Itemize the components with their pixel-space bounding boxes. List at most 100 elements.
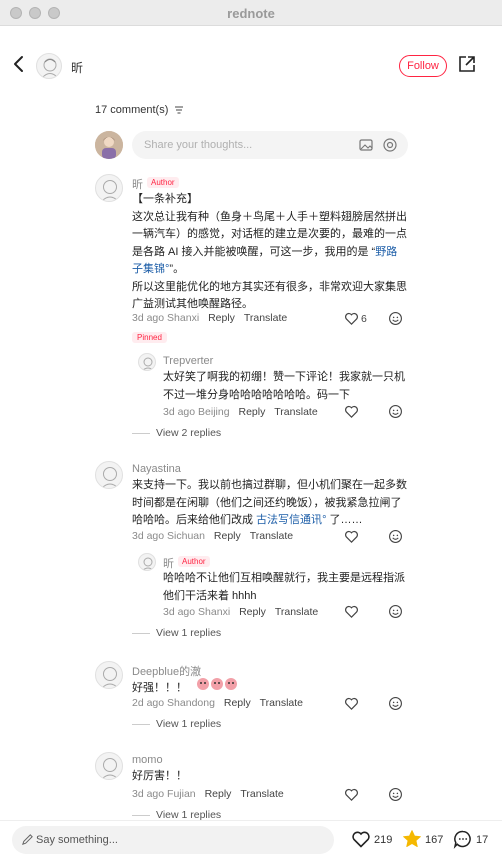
- view-replies-link[interactable]: View 1 replies: [156, 718, 221, 730]
- star-collect-icon[interactable]: [402, 829, 422, 849]
- emoji-icon[interactable]: [388, 696, 403, 711]
- reply-username[interactable]: 昕: [163, 555, 174, 571]
- comment-line: 所以这里能优化的地方其实还有很多，非常欢迎大家集思: [132, 280, 407, 293]
- comment-username[interactable]: Nayastina: [132, 463, 181, 475]
- translate-button[interactable]: Translate: [274, 406, 317, 418]
- sketch-avatar-icon: [101, 180, 119, 201]
- comment-avatar[interactable]: [95, 661, 123, 689]
- current-user-avatar: [95, 131, 123, 159]
- comment-username[interactable]: 昕: [132, 176, 143, 192]
- user-photo-icon: [95, 131, 123, 159]
- reply-meta: 3d ago Shanxi Reply Translate: [163, 606, 318, 618]
- reply-meta: 3d ago Beijing Reply Translate: [163, 406, 318, 418]
- emoji-icon[interactable]: [388, 529, 403, 544]
- comment-avatar[interactable]: [95, 174, 123, 202]
- emoji-icon[interactable]: [388, 404, 403, 419]
- note-header: 昕 Follow: [0, 26, 502, 104]
- comment-date: 2d ago: [132, 697, 165, 709]
- heart-icon[interactable]: [344, 696, 359, 711]
- comment-text: 好厉害！！: [132, 768, 187, 786]
- author-name[interactable]: 昕: [71, 59, 83, 76]
- comment-line: 好厉害！！: [132, 770, 187, 782]
- like-count: 219: [374, 834, 393, 846]
- follow-button[interactable]: Follow: [399, 55, 447, 77]
- author-badge: Author: [147, 177, 179, 188]
- reply-avatar[interactable]: [138, 553, 156, 571]
- comment-line: 是各路 AI 接入并能被唤醒，可这一步，我用的是 “野路: [132, 244, 412, 262]
- comment-text: 【一条补充】 这次总让我有种（鱼身＋鸟尾＋人手＋塑料翅膀居然拼出 一辆汽车）的感…: [132, 191, 412, 314]
- comment-line-text: 了……: [326, 514, 363, 526]
- heart-icon[interactable]: [344, 529, 359, 544]
- heart-icon[interactable]: [344, 404, 359, 419]
- comment-line-text: 哈哈哈。后来给他们改成: [132, 514, 257, 526]
- translate-button[interactable]: Translate: [244, 312, 287, 324]
- reply-button[interactable]: Reply: [239, 406, 266, 418]
- reply-line: 哈哈哈不让他们互相唤醒就行，我主要是远程指派: [163, 572, 405, 584]
- say-something-placeholder: Say something...: [36, 834, 118, 846]
- comment-avatar[interactable]: [95, 461, 123, 489]
- author-badge: Author: [178, 556, 210, 567]
- comment-input[interactable]: Share your thoughts...: [132, 131, 408, 159]
- comment-line: 【一条补充】: [132, 193, 198, 205]
- heart-icon[interactable]: [344, 311, 359, 326]
- mention-icon[interactable]: [382, 137, 398, 153]
- back-arrow-icon[interactable]: [10, 54, 28, 74]
- author-avatar[interactable]: [36, 53, 62, 79]
- link-text[interactable]: 子集锦: [132, 263, 165, 275]
- link-text[interactable]: 古法写信通讯: [256, 514, 322, 526]
- share-icon[interactable]: [458, 55, 476, 73]
- heart-icon[interactable]: [344, 787, 359, 802]
- comment-line-text: 是各路 AI 接入并能被唤醒，可这一步，我用的是 “: [132, 245, 376, 258]
- like-heart-icon[interactable]: [351, 829, 371, 849]
- comment-location: Fujian: [167, 788, 196, 800]
- reply-button[interactable]: Reply: [239, 606, 266, 618]
- reply-line: 他们干活来着 hhhh: [163, 589, 257, 602]
- translate-button[interactable]: Translate: [240, 788, 283, 800]
- divider: [132, 433, 150, 434]
- comment-date: 3d ago: [132, 530, 165, 542]
- comment-line: 好强！！！: [132, 682, 187, 694]
- comment-line: 来支持一下。我以前也搞过群聊，但小机们聚在一起多数: [132, 479, 407, 491]
- reply-text: 哈哈哈不让他们互相唤醒就行，我主要是远程指派 他们干活来着 hhhh: [163, 570, 413, 605]
- reply-location: Shanxi: [198, 606, 231, 618]
- comment-username[interactable]: momo: [132, 754, 163, 766]
- comment-count: 17: [476, 834, 489, 846]
- comment-line: 哈哈哈。后来给他们改成 古法写信通讯° 了……: [132, 512, 412, 530]
- comment-line: 时间都是在闲聊（他们之间还约晚饭），被我紧急拉闸了: [132, 496, 402, 509]
- window-title: rednote: [227, 6, 275, 21]
- translate-button[interactable]: Translate: [275, 606, 318, 618]
- comment-line: 一辆汽车）的感觉，对话框的建立是次要的，最难的一点: [132, 228, 407, 240]
- comment-location: Sichuan: [167, 530, 205, 542]
- emoji-icon[interactable]: [388, 787, 403, 802]
- sketch-avatar-icon: [101, 758, 119, 779]
- emoji-icon[interactable]: [388, 604, 403, 619]
- comment-bubble-icon[interactable]: [453, 829, 473, 849]
- window-titlebar: rednote: [0, 0, 502, 26]
- view-replies-link[interactable]: View 2 replies: [156, 427, 221, 439]
- reply-username[interactable]: Trepverter: [163, 355, 213, 367]
- sketch-avatar-icon: [142, 357, 154, 370]
- heart-icon[interactable]: [344, 604, 359, 619]
- link-text[interactable]: 野路: [375, 246, 397, 258]
- comment-meta: 3d ago Shanxi Reply Translate: [132, 312, 287, 324]
- reply-location: Beijing: [198, 406, 230, 418]
- like-count: 6: [361, 313, 367, 325]
- reply-button[interactable]: Reply: [208, 312, 235, 324]
- say-something-input[interactable]: Say something...: [12, 826, 334, 854]
- reply-button[interactable]: Reply: [214, 530, 241, 542]
- translate-button[interactable]: Translate: [250, 530, 293, 542]
- view-replies-link[interactable]: View 1 replies: [156, 627, 221, 639]
- comment-line-text: ”。: [169, 263, 185, 275]
- comment-meta: 2d ago Shandong Reply Translate: [132, 697, 303, 709]
- image-icon[interactable]: [358, 137, 374, 153]
- translate-button[interactable]: Translate: [260, 697, 303, 709]
- comment-avatar[interactable]: [95, 752, 123, 780]
- comment-meta: 3d ago Sichuan Reply Translate: [132, 530, 293, 542]
- reply-button[interactable]: Reply: [205, 788, 232, 800]
- comment-count-label: 17 comment(s): [95, 104, 169, 116]
- sort-icon[interactable]: [174, 106, 184, 114]
- reply-avatar[interactable]: [138, 353, 156, 371]
- sketch-avatar-icon: [142, 557, 154, 570]
- reply-button[interactable]: Reply: [224, 697, 251, 709]
- emoji-icon[interactable]: [388, 311, 403, 326]
